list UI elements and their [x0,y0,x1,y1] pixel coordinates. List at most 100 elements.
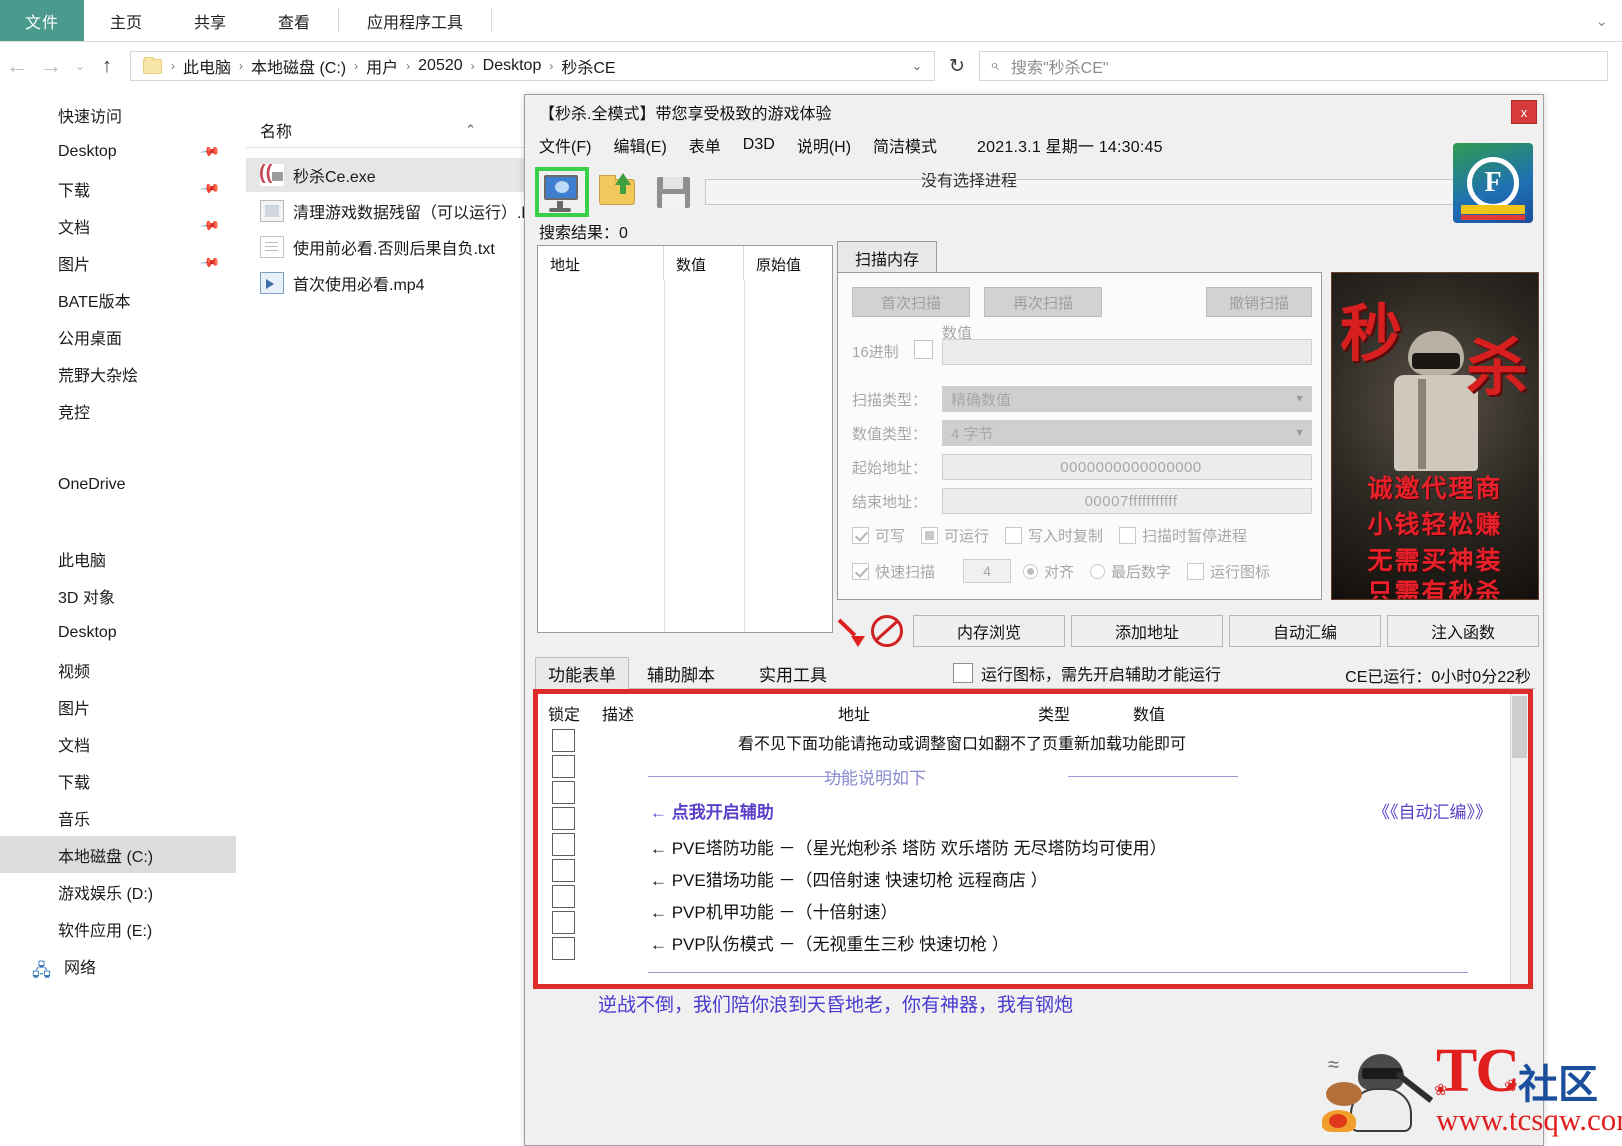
nav-item-15[interactable]: 文档 [0,725,236,762]
lock-checkbox[interactable] [552,833,575,856]
chevron-down-icon[interactable]: ⌄ [1595,12,1608,30]
lock-checkbox[interactable] [552,781,575,804]
run-icon-checkbox[interactable] [1187,562,1205,580]
pause-on-scan-checkbox[interactable] [1119,527,1137,544]
breadcrumb-item-4[interactable]: Desktop [478,57,547,75]
fastscan-value-input[interactable]: 4 [963,559,1012,583]
nav-item-7[interactable]: 荒野大杂烩 [0,355,236,392]
nav-item-16[interactable]: 下载 [0,762,236,799]
tab-scan-memory[interactable]: 扫描内存 [837,241,937,273]
end-address-input[interactable]: 00007fffffffffff [942,488,1312,514]
file-row-0[interactable]: 秒杀Ce.exe [246,158,536,192]
nav-item-8[interactable]: 竞控 [0,392,236,429]
hex-checkbox[interactable] [914,340,933,359]
list-row-3[interactable]: ← PVE塔防功能 －（星光炮秒杀 塔防 欢乐塔防 无尽塔防均可使用） [650,834,1498,859]
memory-view-button[interactable]: 内存浏览 [913,615,1065,647]
pin-icon[interactable]: 📌 [199,214,221,237]
col-lock[interactable]: 锁定 [548,701,580,725]
results-col-address[interactable]: 地址 [538,246,664,280]
nav-item-12[interactable]: Desktop [0,614,236,651]
menu-item-table[interactable]: 表单 [689,133,721,157]
breadcrumb-dropdown-icon[interactable]: ⌄ [912,59,930,73]
nav-item-19[interactable]: 游戏娱乐 (D:) [0,873,236,910]
tab-utilities[interactable]: 实用工具 [747,657,839,689]
nav-item-11[interactable]: 3D 对象 [0,577,236,614]
list-row-5[interactable]: ← PVP机甲功能 －（十倍射速） [650,898,1498,923]
menu-item-file[interactable]: 文件(F) [539,133,591,157]
lock-checkbox[interactable] [552,885,575,908]
nav-item-4[interactable]: 图片 📌 [0,244,236,281]
writable-checkbox[interactable] [852,527,869,544]
lock-checkbox[interactable] [552,729,575,752]
start-address-input[interactable]: 0000000000000000 [942,454,1312,480]
file-row-1[interactable]: 清理游戏数据残留（可以运行）.bat [246,194,544,228]
column-header-name[interactable]: 名称 [246,118,292,142]
nav-item-network[interactable]: 🖧 网络 [0,947,236,984]
nav-item-13[interactable]: 视频 [0,651,236,688]
copyonwrite-checkbox[interactable] [1005,527,1023,544]
lock-checkbox[interactable] [552,859,575,882]
breadcrumb-item-1[interactable]: 本地磁盘 (C:) [246,54,351,78]
nav-item-20[interactable]: 软件应用 (E:) [0,910,236,947]
vertical-scrollbar[interactable] [1510,694,1528,984]
menu-item-edit[interactable]: 编辑(E) [613,133,666,157]
menu-item-help[interactable]: 说明(H) [797,133,851,157]
ribbon-tab-home[interactable]: 主页 [84,0,168,41]
list-row-4[interactable]: ← PVE猎场功能 －（四倍射速 快速切枪 远程商店 ） [650,866,1498,891]
nav-item-2[interactable]: 下载 📌 [0,170,236,207]
auto-assemble-button[interactable]: 自动汇编 [1229,615,1381,647]
breadcrumb-item-2[interactable]: 用户 [361,54,403,78]
back-button[interactable]: ← [0,53,34,79]
search-input[interactable]: ⌕ 搜索"秒杀CE" [979,51,1608,81]
lock-checkbox[interactable] [552,911,575,934]
fastscan-checkbox[interactable] [852,562,869,580]
nav-item-0[interactable]: 快速访问 [0,96,236,133]
menu-item-simple-mode[interactable]: 简洁模式 [873,133,937,157]
nav-item-17[interactable]: 音乐 [0,799,236,836]
nav-item-18[interactable]: 本地磁盘 (C:) [0,836,236,873]
nav-item-1[interactable]: Desktop 📌 [0,133,236,170]
results-col-previous[interactable]: 原始值 [744,246,832,280]
file-row-2[interactable]: 使用前必看.否则后果自负.txt [246,230,495,264]
nav-item-9[interactable]: OneDrive [0,466,236,503]
pin-icon[interactable]: 📌 [199,177,221,200]
results-col-value[interactable]: 数值 [664,246,744,280]
col-value[interactable]: 数值 [1133,701,1165,725]
results-table[interactable]: 地址 数值 原始值 [537,245,833,633]
nav-item-3[interactable]: 文档 📌 [0,207,236,244]
undo-scan-button[interactable]: 撤销扫描 [1206,287,1312,317]
advertisement-banner[interactable]: 秒 杀 诚邀代理商 小钱轻松赚 无需买神装 只需有秒杀 [1331,272,1539,600]
align-radio[interactable] [1023,563,1039,579]
tab-function-table[interactable]: 功能表单 [535,657,629,689]
breadcrumb-item-5[interactable]: 秒杀CE [556,54,620,78]
refresh-button[interactable]: ↻ [935,55,979,78]
ribbon-tab-file[interactable]: 文件 [0,0,84,41]
nav-item-5[interactable]: BATE版本 [0,281,236,318]
forward-button[interactable]: → [34,53,68,79]
first-scan-button[interactable]: 首次扫描 [852,287,970,317]
run-icon-note-checkbox[interactable] [953,663,973,683]
value-type-select[interactable]: 4 字节 ▼ [942,420,1312,446]
recent-locations-icon[interactable]: ⌄ [68,59,92,73]
pin-icon[interactable]: 📌 [199,251,221,274]
breadcrumb[interactable]: › 此电脑 › 本地磁盘 (C:) › 用户 › 20520 › Desktop… [130,51,935,81]
ribbon-tab-view[interactable]: 查看 [252,0,336,41]
next-scan-button[interactable]: 再次扫描 [984,287,1102,317]
no-entry-icon[interactable] [871,615,903,647]
tab-helper-script[interactable]: 辅助脚本 [635,657,727,689]
nav-item-10[interactable]: 此电脑 [0,540,236,577]
pin-icon[interactable]: 📌 [199,140,221,163]
scrollbar-thumb[interactable] [1512,696,1527,758]
lastdigit-radio[interactable] [1090,563,1106,579]
close-button[interactable]: x [1511,100,1537,124]
inject-function-button[interactable]: 注入函数 [1387,615,1539,647]
breadcrumb-item-0[interactable]: 此电脑 [178,54,236,78]
value-input[interactable] [942,339,1312,365]
breadcrumb-item-3[interactable]: 20520 [413,57,468,75]
nav-item-6[interactable]: 公用桌面 [0,318,236,355]
col-description[interactable]: 描述 [602,701,634,725]
lock-checkbox[interactable] [552,807,575,830]
list-row-6[interactable]: ← PVP队伤模式 －（无视重生三秒 快速切枪 ） [650,930,1498,955]
ribbon-tab-app-tools[interactable]: 应用程序工具 [341,0,489,41]
file-row-3[interactable]: 首次使用必看.mp4 [246,266,425,300]
